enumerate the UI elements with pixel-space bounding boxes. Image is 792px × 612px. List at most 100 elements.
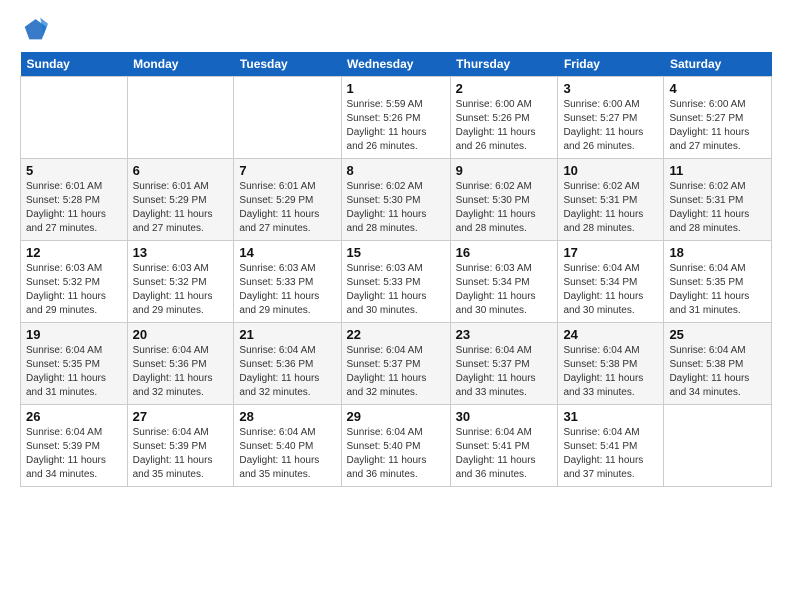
- logo: [20, 16, 52, 44]
- calendar-cell: 18 Sunrise: 6:04 AM Sunset: 5:35 PM Dayli…: [664, 241, 772, 323]
- calendar-cell: 16 Sunrise: 6:03 AM Sunset: 5:34 PM Dayli…: [450, 241, 558, 323]
- day-info: Sunrise: 6:04 AM Sunset: 5:38 PM Dayligh…: [669, 344, 766, 400]
- day-info: Sunrise: 6:04 AM Sunset: 5:36 PM Dayligh…: [133, 344, 229, 400]
- day-number: 30: [456, 409, 553, 424]
- logo-icon: [20, 16, 48, 44]
- day-info: Sunrise: 6:04 AM Sunset: 5:40 PM Dayligh…: [239, 426, 335, 482]
- calendar-header-saturday: Saturday: [664, 52, 772, 77]
- calendar-cell: 2 Sunrise: 6:00 AM Sunset: 5:26 PM Daylig…: [450, 77, 558, 159]
- calendar-cell: 26 Sunrise: 6:04 AM Sunset: 5:39 PM Dayli…: [21, 405, 128, 487]
- day-info: Sunrise: 6:00 AM Sunset: 5:27 PM Dayligh…: [669, 98, 766, 154]
- day-info: Sunrise: 6:01 AM Sunset: 5:29 PM Dayligh…: [239, 180, 335, 236]
- day-info: Sunrise: 6:02 AM Sunset: 5:31 PM Dayligh…: [563, 180, 658, 236]
- calendar-cell: 14 Sunrise: 6:03 AM Sunset: 5:33 PM Dayli…: [234, 241, 341, 323]
- day-info: Sunrise: 6:03 AM Sunset: 5:34 PM Dayligh…: [456, 262, 553, 318]
- day-info: Sunrise: 6:03 AM Sunset: 5:33 PM Dayligh…: [347, 262, 445, 318]
- day-number: 5: [26, 163, 122, 178]
- calendar-cell: 20 Sunrise: 6:04 AM Sunset: 5:36 PM Dayli…: [127, 323, 234, 405]
- day-info: Sunrise: 6:03 AM Sunset: 5:32 PM Dayligh…: [26, 262, 122, 318]
- calendar-header-wednesday: Wednesday: [341, 52, 450, 77]
- day-info: Sunrise: 6:04 AM Sunset: 5:41 PM Dayligh…: [563, 426, 658, 482]
- calendar-cell: 13Sunrise: 6:03 AM Sunset: 5:32 PM Dayli…: [127, 241, 234, 323]
- calendar-cell: 31 Sunrise: 6:04 AM Sunset: 5:41 PM Dayli…: [558, 405, 664, 487]
- day-info: Sunrise: 6:04 AM Sunset: 5:41 PM Dayligh…: [456, 426, 553, 482]
- day-info: Sunrise: 6:00 AM Sunset: 5:27 PM Dayligh…: [563, 98, 658, 154]
- day-info: Sunrise: 6:00 AM Sunset: 5:26 PM Dayligh…: [456, 98, 553, 154]
- day-number: 1: [347, 81, 445, 96]
- calendar-header-monday: Monday: [127, 52, 234, 77]
- day-info: Sunrise: 6:02 AM Sunset: 5:31 PM Dayligh…: [669, 180, 766, 236]
- day-number: 16: [456, 245, 553, 260]
- day-number: 17: [563, 245, 658, 260]
- calendar-cell: 15 Sunrise: 6:03 AM Sunset: 5:33 PM Dayli…: [341, 241, 450, 323]
- day-number: 28: [239, 409, 335, 424]
- day-info: Sunrise: 5:59 AM Sunset: 5:26 PM Dayligh…: [347, 98, 445, 154]
- calendar-cell: 7 Sunrise: 6:01 AM Sunset: 5:29 PM Daylig…: [234, 159, 341, 241]
- day-info: Sunrise: 6:02 AM Sunset: 5:30 PM Dayligh…: [456, 180, 553, 236]
- calendar-cell: 24 Sunrise: 6:04 AM Sunset: 5:38 PM Dayli…: [558, 323, 664, 405]
- day-number: 22: [347, 327, 445, 342]
- day-number: 9: [456, 163, 553, 178]
- day-number: 12: [26, 245, 122, 260]
- day-info: Sunrise: 6:04 AM Sunset: 5:40 PM Dayligh…: [347, 426, 445, 482]
- day-number: 27: [133, 409, 229, 424]
- day-number: 24: [563, 327, 658, 342]
- day-info: Sunrise: 6:04 AM Sunset: 5:35 PM Dayligh…: [669, 262, 766, 318]
- day-number: 19: [26, 327, 122, 342]
- calendar-cell: [664, 405, 772, 487]
- day-number: 20: [133, 327, 229, 342]
- calendar-cell: 30 Sunrise: 6:04 AM Sunset: 5:41 PM Dayli…: [450, 405, 558, 487]
- calendar-cell: 6Sunrise: 6:01 AM Sunset: 5:29 PM Daylig…: [127, 159, 234, 241]
- calendar-cell: 22 Sunrise: 6:04 AM Sunset: 5:37 PM Dayli…: [341, 323, 450, 405]
- day-number: 11: [669, 163, 766, 178]
- day-number: 14: [239, 245, 335, 260]
- page: SundayMondayTuesdayWednesdayThursdayFrid…: [0, 0, 792, 497]
- day-info: Sunrise: 6:04 AM Sunset: 5:39 PM Dayligh…: [133, 426, 229, 482]
- day-number: 15: [347, 245, 445, 260]
- calendar-cell: 5Sunrise: 6:01 AM Sunset: 5:28 PM Daylig…: [21, 159, 128, 241]
- day-info: Sunrise: 6:02 AM Sunset: 5:30 PM Dayligh…: [347, 180, 445, 236]
- calendar-cell: 9 Sunrise: 6:02 AM Sunset: 5:30 PM Daylig…: [450, 159, 558, 241]
- calendar-header-tuesday: Tuesday: [234, 52, 341, 77]
- day-number: 2: [456, 81, 553, 96]
- day-number: 3: [563, 81, 658, 96]
- calendar-cell: 29 Sunrise: 6:04 AM Sunset: 5:40 PM Dayli…: [341, 405, 450, 487]
- calendar-header-thursday: Thursday: [450, 52, 558, 77]
- day-number: 23: [456, 327, 553, 342]
- calendar-cell: 19Sunrise: 6:04 AM Sunset: 5:35 PM Dayli…: [21, 323, 128, 405]
- calendar-cell: 17 Sunrise: 6:04 AM Sunset: 5:34 PM Dayli…: [558, 241, 664, 323]
- day-info: Sunrise: 6:04 AM Sunset: 5:36 PM Dayligh…: [239, 344, 335, 400]
- header: [20, 16, 772, 44]
- day-number: 13: [133, 245, 229, 260]
- calendar-week-4: 19Sunrise: 6:04 AM Sunset: 5:35 PM Dayli…: [21, 323, 772, 405]
- day-info: Sunrise: 6:01 AM Sunset: 5:29 PM Dayligh…: [133, 180, 229, 236]
- calendar-cell: 27 Sunrise: 6:04 AM Sunset: 5:39 PM Dayli…: [127, 405, 234, 487]
- calendar-cell: 8Sunrise: 6:02 AM Sunset: 5:30 PM Daylig…: [341, 159, 450, 241]
- calendar-cell: [127, 77, 234, 159]
- calendar-header-row: SundayMondayTuesdayWednesdayThursdayFrid…: [21, 52, 772, 77]
- calendar-table: SundayMondayTuesdayWednesdayThursdayFrid…: [20, 52, 772, 487]
- day-number: 4: [669, 81, 766, 96]
- day-info: Sunrise: 6:04 AM Sunset: 5:38 PM Dayligh…: [563, 344, 658, 400]
- day-number: 21: [239, 327, 335, 342]
- day-number: 29: [347, 409, 445, 424]
- day-info: Sunrise: 6:04 AM Sunset: 5:37 PM Dayligh…: [347, 344, 445, 400]
- calendar-week-1: 1 Sunrise: 5:59 AM Sunset: 5:26 PM Daylig…: [21, 77, 772, 159]
- day-info: Sunrise: 6:04 AM Sunset: 5:34 PM Dayligh…: [563, 262, 658, 318]
- day-number: 7: [239, 163, 335, 178]
- calendar-cell: 11 Sunrise: 6:02 AM Sunset: 5:31 PM Dayli…: [664, 159, 772, 241]
- calendar-cell: [234, 77, 341, 159]
- calendar-cell: [21, 77, 128, 159]
- calendar-cell: 10 Sunrise: 6:02 AM Sunset: 5:31 PM Dayli…: [558, 159, 664, 241]
- calendar-cell: 28 Sunrise: 6:04 AM Sunset: 5:40 PM Dayli…: [234, 405, 341, 487]
- day-number: 26: [26, 409, 122, 424]
- day-info: Sunrise: 6:04 AM Sunset: 5:39 PM Dayligh…: [26, 426, 122, 482]
- calendar-cell: 23Sunrise: 6:04 AM Sunset: 5:37 PM Dayli…: [450, 323, 558, 405]
- day-number: 31: [563, 409, 658, 424]
- calendar-week-3: 12 Sunrise: 6:03 AM Sunset: 5:32 PM Dayli…: [21, 241, 772, 323]
- calendar-cell: 21 Sunrise: 6:04 AM Sunset: 5:36 PM Dayli…: [234, 323, 341, 405]
- day-number: 18: [669, 245, 766, 260]
- day-number: 10: [563, 163, 658, 178]
- calendar-header-friday: Friday: [558, 52, 664, 77]
- day-info: Sunrise: 6:03 AM Sunset: 5:33 PM Dayligh…: [239, 262, 335, 318]
